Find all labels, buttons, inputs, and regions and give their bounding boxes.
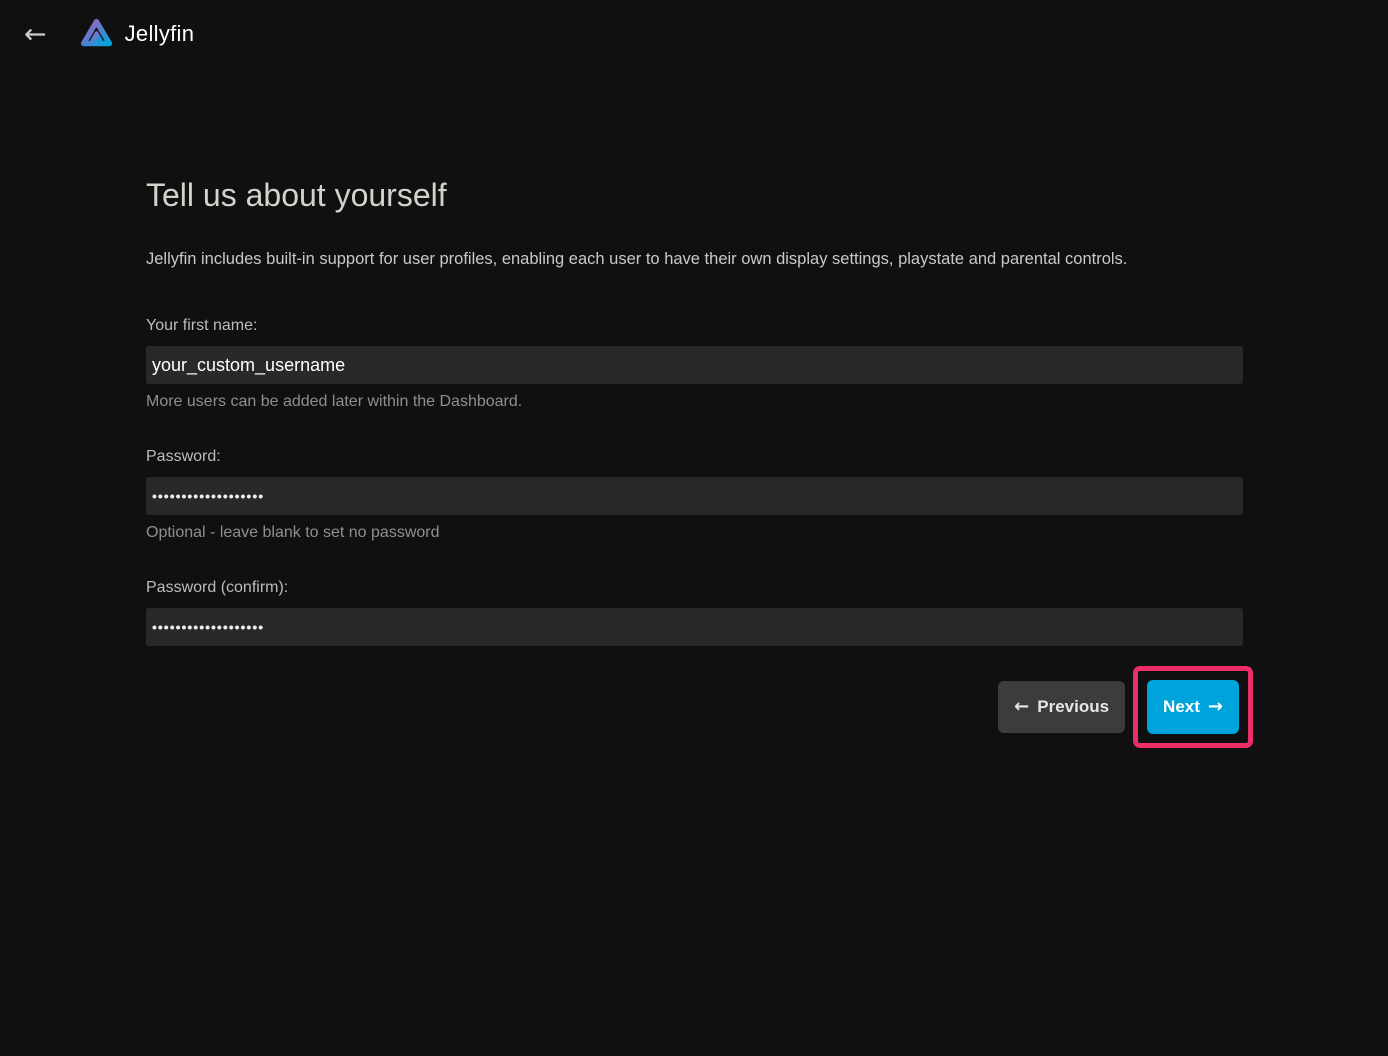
first-name-input[interactable] bbox=[146, 346, 1243, 384]
back-arrow-icon: ← bbox=[24, 19, 47, 50]
page-title: Tell us about yourself bbox=[146, 174, 1243, 216]
field-password-confirm: Password (confirm): bbox=[146, 577, 1243, 646]
next-button-label: Next bbox=[1163, 697, 1200, 717]
back-button[interactable]: ← bbox=[18, 19, 53, 50]
arrow-left-icon: ← bbox=[1014, 698, 1029, 716]
header: ← Jellyfin bbox=[0, 0, 1388, 68]
field-password: Password: Optional - leave blank to set … bbox=[146, 446, 1243, 543]
first-name-label: Your first name: bbox=[146, 315, 1243, 336]
setup-wizard-content: Tell us about yourself Jellyfin includes… bbox=[146, 174, 1243, 748]
previous-button-label: Previous bbox=[1037, 697, 1109, 717]
first-name-helper: More users can be added later within the… bbox=[146, 391, 1243, 412]
next-button-highlight-annotation: Next → bbox=[1133, 666, 1253, 748]
password-confirm-label: Password (confirm): bbox=[146, 577, 1243, 598]
wizard-button-row: ← Previous Next → bbox=[146, 666, 1243, 748]
next-button[interactable]: Next → bbox=[1147, 680, 1239, 734]
password-helper: Optional - leave blank to set no passwor… bbox=[146, 522, 1243, 543]
jellyfin-logo bbox=[77, 15, 116, 54]
password-confirm-input[interactable] bbox=[146, 608, 1243, 646]
field-first-name: Your first name: More users can be added… bbox=[146, 315, 1243, 412]
previous-button[interactable]: ← Previous bbox=[998, 681, 1125, 733]
page-description: Jellyfin includes built-in support for u… bbox=[146, 248, 1243, 270]
password-input[interactable] bbox=[146, 477, 1243, 515]
password-label: Password: bbox=[146, 446, 1243, 467]
arrow-right-icon: → bbox=[1208, 698, 1223, 716]
app-title: Jellyfin bbox=[125, 21, 195, 47]
jellyfin-logo-icon bbox=[77, 15, 116, 54]
